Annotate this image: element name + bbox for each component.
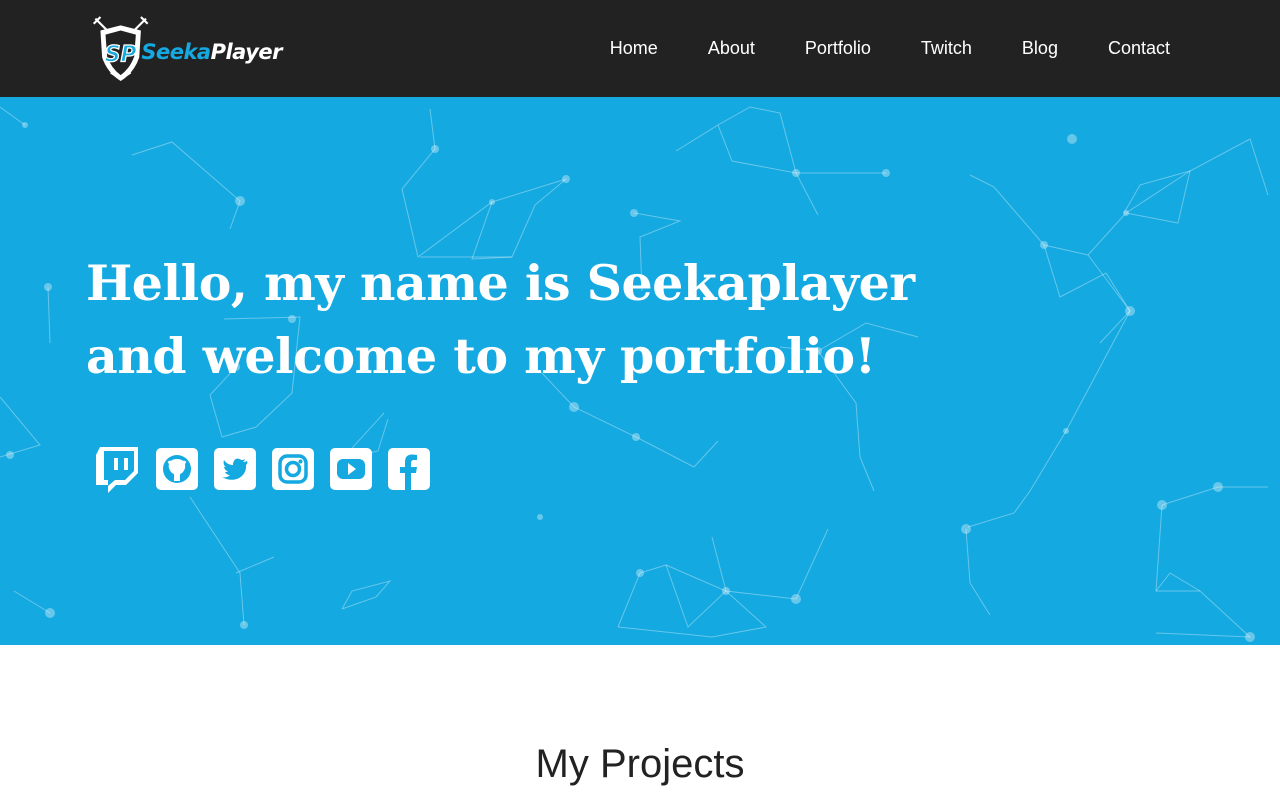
main-nav: Home About Portfolio Twitch Blog Contact [610,0,1170,97]
twitch-icon [96,447,138,493]
twitch-link[interactable] [94,445,140,493]
projects-heading: My Projects [535,742,745,786]
facebook-icon [388,448,430,490]
youtube-link[interactable] [330,448,372,490]
nav-portfolio[interactable]: Portfolio [805,38,871,59]
nav-home[interactable]: Home [610,38,658,59]
instagram-link[interactable] [272,448,314,490]
twitter-icon [214,448,256,490]
social-links [94,445,446,493]
youtube-icon [330,448,372,490]
nav-contact[interactable]: Contact [1108,38,1170,59]
hero-headline: Hello, my name is Seekaplayer and welcom… [86,247,915,393]
github-icon [156,448,198,490]
hero-section: Hello, my name is Seekaplayer and welcom… [0,97,1280,645]
facebook-link[interactable] [388,448,430,490]
hero-headline-line1: Hello, my name is Seekaplayer [86,254,915,312]
github-link[interactable] [156,448,198,490]
nav-about[interactable]: About [708,38,755,59]
nav-twitch[interactable]: Twitch [921,38,972,59]
twitter-link[interactable] [214,448,256,490]
site-logo[interactable]: SP SeekaPlayer [92,8,283,90]
logo-wordmark: SeekaPlayer [141,40,282,64]
nav-blog[interactable]: Blog [1022,38,1058,59]
hero-headline-line2: and welcome to my portfolio! [86,327,876,385]
top-navbar: SP SeekaPlayer Home About Portfolio Twit… [0,0,1280,97]
instagram-icon [272,448,314,490]
svg-text:SP: SP [105,43,137,68]
